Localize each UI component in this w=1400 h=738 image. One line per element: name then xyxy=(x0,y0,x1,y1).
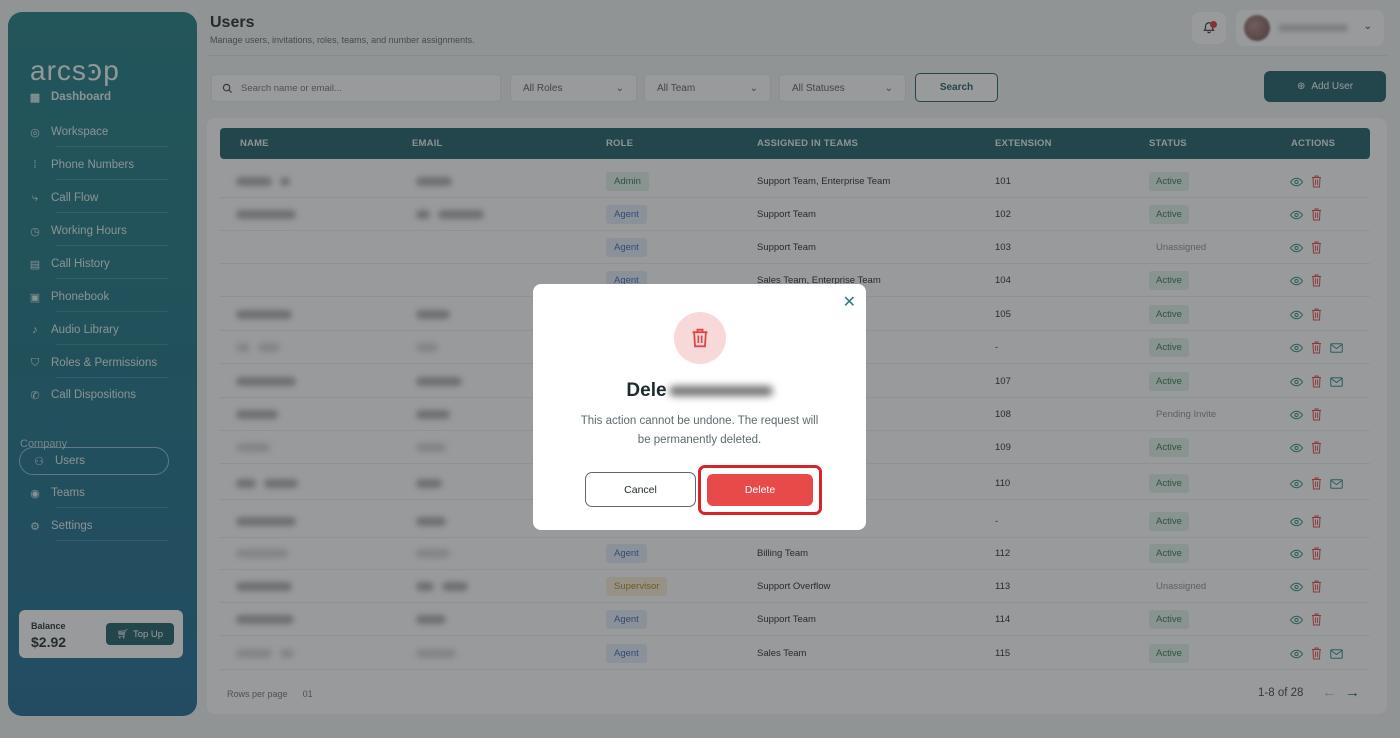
modal-message: This action cannot be undone. The reques… xyxy=(580,415,819,446)
modal-title-text: Dele xyxy=(626,380,667,401)
redacted-name xyxy=(668,385,773,396)
cancel-button[interactable]: Cancel xyxy=(585,472,696,507)
trash-icon-circle xyxy=(674,312,726,364)
delete-button-highlight: Delete xyxy=(698,465,822,515)
delete-button[interactable]: Delete xyxy=(707,474,813,506)
modal-title: Dele xyxy=(533,380,866,402)
close-icon[interactable]: ✕ xyxy=(843,292,856,312)
trash-icon xyxy=(692,328,708,348)
delete-confirmation-modal: ✕ Dele This action cannot be undone. The… xyxy=(533,284,866,530)
